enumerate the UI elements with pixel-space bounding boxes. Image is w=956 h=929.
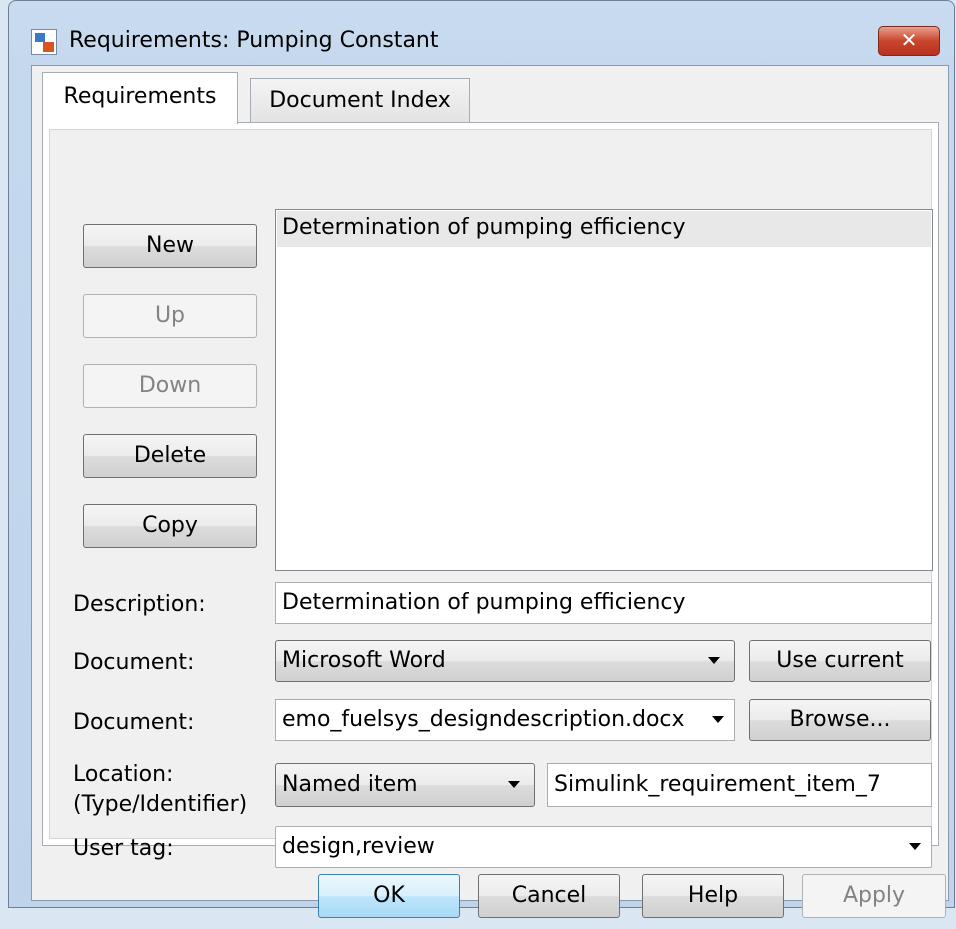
- browse-button[interactable]: Browse...: [749, 699, 931, 741]
- chevron-down-icon: [708, 657, 720, 664]
- close-button[interactable]: ✕: [878, 26, 940, 56]
- list-item[interactable]: Determination of pumping efficiency: [277, 211, 931, 247]
- location-label: Location: (Type/Identifier): [73, 760, 247, 820]
- description-field[interactable]: Determination of pumping efficiency: [275, 582, 932, 624]
- dialog-client-area: Requirements Document Index New Up Down …: [31, 65, 949, 918]
- window-title: Requirements: Pumping Constant: [69, 28, 439, 53]
- document-type-value: Microsoft Word: [282, 648, 446, 673]
- help-button[interactable]: Help: [642, 874, 784, 918]
- delete-button[interactable]: Delete: [83, 434, 257, 478]
- apply-button[interactable]: Apply: [802, 874, 946, 918]
- document-path-combo[interactable]: emo_fuelsys_designdescription.docx: [275, 699, 735, 741]
- document-path-value: emo_fuelsys_designdescription.docx: [282, 707, 685, 732]
- user-tag-combo[interactable]: design,review: [275, 826, 932, 868]
- chevron-down-icon: [712, 716, 724, 723]
- location-type-select[interactable]: Named item: [275, 763, 535, 807]
- requirements-inner-panel: New Up Down Delete Copy Determination of…: [49, 129, 933, 868]
- requirements-dialog: Requirements: Pumping Constant ✕ Require…: [8, 0, 955, 918]
- user-tag-label: User tag:: [73, 836, 174, 861]
- location-type-value: Named item: [282, 772, 418, 797]
- copy-button[interactable]: Copy: [83, 504, 257, 548]
- ok-button[interactable]: OK: [318, 874, 460, 918]
- new-button[interactable]: New: [83, 224, 257, 268]
- tab-requirements[interactable]: Requirements: [42, 72, 238, 124]
- down-button[interactable]: Down: [83, 364, 257, 408]
- location-identifier-field[interactable]: Simulink_requirement_item_7: [547, 763, 932, 807]
- up-button[interactable]: Up: [83, 294, 257, 338]
- document-type-label: Document:: [73, 650, 195, 675]
- tab-document-index[interactable]: Document Index: [250, 78, 470, 122]
- requirements-listbox[interactable]: Determination of pumping efficiency: [275, 209, 933, 571]
- use-current-button[interactable]: Use current: [749, 640, 931, 682]
- cancel-button[interactable]: Cancel: [478, 874, 620, 918]
- document-type-select[interactable]: Microsoft Word: [275, 640, 735, 682]
- chevron-down-icon: [508, 781, 520, 788]
- requirements-panel: New Up Down Delete Copy Determination of…: [42, 122, 939, 868]
- user-tag-value: design,review: [282, 834, 435, 859]
- app-icon: [31, 29, 57, 55]
- location-label-line2: (Type/Identifier): [73, 792, 248, 817]
- description-label: Description:: [73, 592, 206, 617]
- chevron-down-icon: [909, 843, 921, 850]
- document-label: Document:: [73, 710, 195, 735]
- location-label-line1: Location:: [73, 762, 174, 787]
